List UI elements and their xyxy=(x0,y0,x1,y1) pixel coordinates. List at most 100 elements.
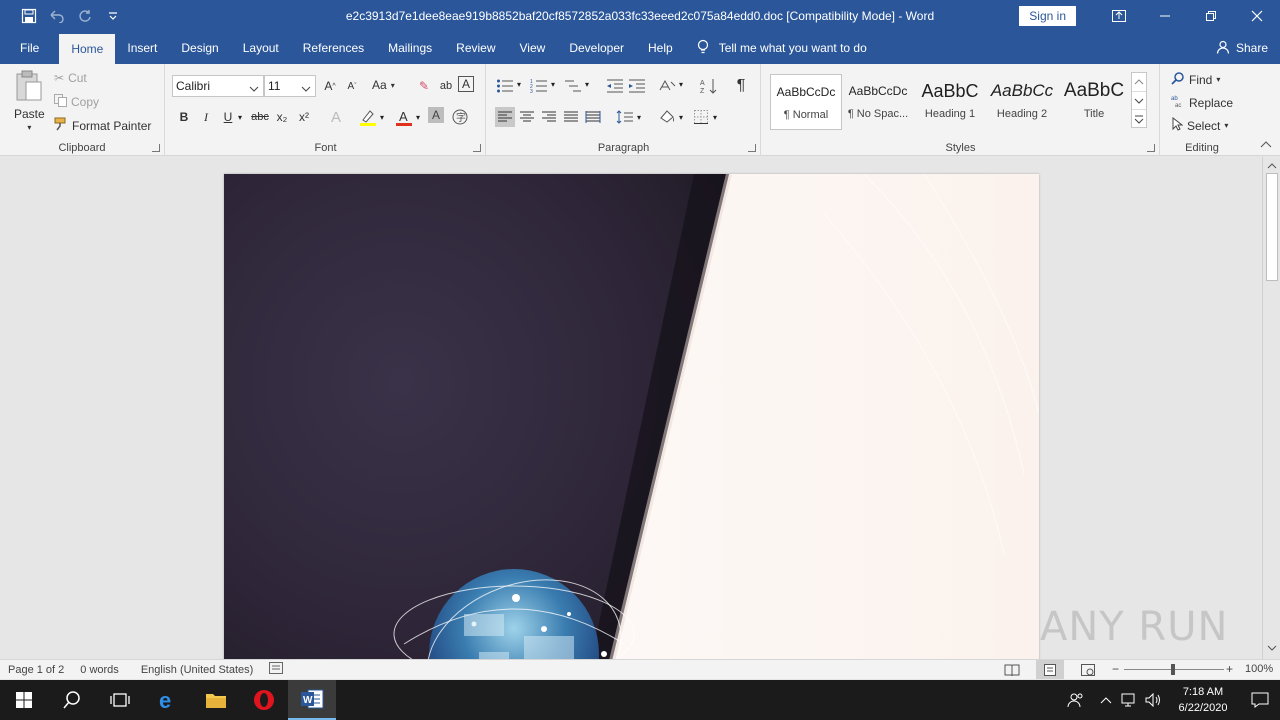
enclose-characters-icon[interactable]: 字 xyxy=(450,107,470,127)
start-button[interactable] xyxy=(0,680,48,720)
page-count[interactable]: Page 1 of 2 xyxy=(0,664,72,676)
ribbon-display-options-icon[interactable] xyxy=(1096,0,1142,32)
tab-developer[interactable]: Developer xyxy=(557,32,636,64)
numbering-icon[interactable]: 123 xyxy=(529,76,549,96)
style-title[interactable]: AaBbC Title xyxy=(1058,74,1130,130)
strikethrough-button[interactable]: abc xyxy=(250,107,270,127)
save-icon[interactable] xyxy=(18,5,40,27)
phonetic-guide-icon[interactable]: ab xyxy=(436,76,456,96)
copy-button[interactable]: Copy xyxy=(54,94,99,110)
language-status[interactable]: English (United States) xyxy=(127,664,262,676)
undo-icon[interactable] xyxy=(46,5,68,27)
restore-icon[interactable] xyxy=(1188,0,1234,32)
clear-formatting-icon[interactable]: ✎ xyxy=(414,76,434,96)
italic-button[interactable]: I xyxy=(196,107,216,127)
font-color-dropdown-icon[interactable]: ▾ xyxy=(416,113,420,122)
grow-font-icon[interactable]: A ^ xyxy=(320,76,340,96)
web-layout-icon[interactable] xyxy=(1080,663,1096,680)
customize-qat-icon[interactable] xyxy=(102,5,124,27)
underline-button[interactable]: U xyxy=(218,107,238,127)
print-layout-icon[interactable] xyxy=(1036,660,1064,679)
volume-icon[interactable] xyxy=(1142,680,1166,720)
tab-help[interactable]: Help xyxy=(636,32,685,64)
read-mode-icon[interactable] xyxy=(1004,663,1020,680)
asian-layout-icon[interactable] xyxy=(657,76,677,96)
change-case-button[interactable]: Aa ▾ xyxy=(372,78,395,92)
numbering-dropdown-icon[interactable]: ▾ xyxy=(551,80,555,89)
tab-layout[interactable]: Layout xyxy=(231,32,291,64)
tab-references[interactable]: References xyxy=(291,32,376,64)
scrollbar-thumb[interactable] xyxy=(1266,173,1278,281)
superscript-button[interactable]: x² xyxy=(294,107,314,127)
opera-browser-icon[interactable] xyxy=(240,680,288,720)
search-icon[interactable] xyxy=(48,680,96,720)
edge-browser-icon[interactable]: e xyxy=(144,680,192,720)
font-color-icon[interactable]: A xyxy=(394,107,414,127)
borders-icon[interactable] xyxy=(691,107,711,127)
sort-icon[interactable]: AZ xyxy=(699,76,719,96)
show-hidden-icons-icon[interactable] xyxy=(1094,680,1118,720)
distributed-icon[interactable] xyxy=(583,107,603,127)
zoom-level[interactable]: 100% xyxy=(1245,663,1273,675)
character-border-icon[interactable]: A xyxy=(458,76,474,92)
font-size-combobox[interactable]: 11 xyxy=(264,75,316,97)
style-heading-1[interactable]: AaBbC Heading 1 xyxy=(914,74,986,130)
tab-home[interactable]: Home xyxy=(59,34,116,64)
scroll-down-icon[interactable] xyxy=(1267,641,1277,655)
minimize-icon[interactable] xyxy=(1142,0,1188,32)
line-spacing-dropdown-icon[interactable]: ▾ xyxy=(637,113,641,122)
zoom-out-icon[interactable]: − xyxy=(1112,662,1119,676)
multilevel-dropdown-icon[interactable]: ▾ xyxy=(585,80,589,89)
highlight-dropdown-icon[interactable]: ▾ xyxy=(380,113,384,122)
sign-in-button[interactable]: Sign in xyxy=(1019,6,1076,26)
style-heading-2[interactable]: AaBbCc Heading 2 xyxy=(986,74,1058,130)
select-button[interactable]: Select ▾ xyxy=(1171,116,1228,134)
character-shading-icon[interactable]: A xyxy=(428,107,444,123)
styles-launcher-icon[interactable] xyxy=(1147,144,1155,152)
shading-icon[interactable] xyxy=(657,107,677,127)
task-view-icon[interactable] xyxy=(96,680,144,720)
tab-view[interactable]: View xyxy=(508,32,558,64)
decrease-indent-icon[interactable] xyxy=(605,76,625,96)
increase-indent-icon[interactable] xyxy=(627,76,647,96)
tab-file[interactable]: File xyxy=(0,32,59,64)
redo-icon[interactable] xyxy=(74,5,96,27)
font-name-combobox[interactable]: Calibri xyxy=(172,75,264,97)
multilevel-list-icon[interactable] xyxy=(563,76,583,96)
shrink-font-icon[interactable]: Aˇ xyxy=(342,76,362,96)
tab-mailings[interactable]: Mailings xyxy=(376,32,444,64)
borders-dropdown-icon[interactable]: ▾ xyxy=(713,113,717,122)
align-left-icon[interactable] xyxy=(495,107,515,127)
tab-insert[interactable]: Insert xyxy=(115,32,169,64)
chevron-up-icon[interactable] xyxy=(1132,73,1146,91)
text-effects-icon[interactable]: A xyxy=(326,107,346,127)
chevron-down-icon[interactable] xyxy=(1132,91,1146,109)
tab-design[interactable]: Design xyxy=(169,32,230,64)
shading-dropdown-icon[interactable]: ▾ xyxy=(679,113,683,122)
replace-button[interactable]: ab ac Replace xyxy=(1171,94,1233,111)
word-taskbar-icon[interactable]: W xyxy=(288,680,336,720)
line-spacing-icon[interactable] xyxy=(615,107,635,127)
zoom-slider-thumb[interactable] xyxy=(1171,664,1175,675)
bullets-icon[interactable] xyxy=(495,76,515,96)
document-area[interactable] xyxy=(0,157,1262,659)
format-painter-button[interactable]: Format Painter xyxy=(54,117,151,134)
vertical-scrollbar[interactable] xyxy=(1262,157,1280,659)
align-right-icon[interactable] xyxy=(539,107,559,127)
paste-button[interactable]: Paste ▾ xyxy=(14,70,45,132)
bullets-dropdown-icon[interactable]: ▾ xyxy=(517,80,521,89)
style-no-spacing[interactable]: AaBbCcDc ¶ No Spac... xyxy=(842,74,914,130)
find-button[interactable]: Find ▾ xyxy=(1171,71,1220,88)
highlight-icon[interactable] xyxy=(358,107,378,127)
collapse-ribbon-icon[interactable] xyxy=(1260,137,1272,151)
bold-button[interactable]: B xyxy=(174,107,194,127)
action-center-icon[interactable] xyxy=(1240,680,1280,720)
paragraph-launcher-icon[interactable] xyxy=(748,144,756,152)
system-clock[interactable]: 7:18 AM 6/22/2020 xyxy=(1166,684,1240,716)
clipboard-launcher-icon[interactable] xyxy=(152,144,160,152)
close-icon[interactable] xyxy=(1234,0,1280,32)
document-page[interactable] xyxy=(224,174,1039,659)
tell-me-search[interactable]: Tell me what you want to do xyxy=(685,32,867,64)
people-icon[interactable] xyxy=(1058,680,1094,720)
style-normal[interactable]: AaBbCcDc ¶ Normal xyxy=(770,74,842,130)
